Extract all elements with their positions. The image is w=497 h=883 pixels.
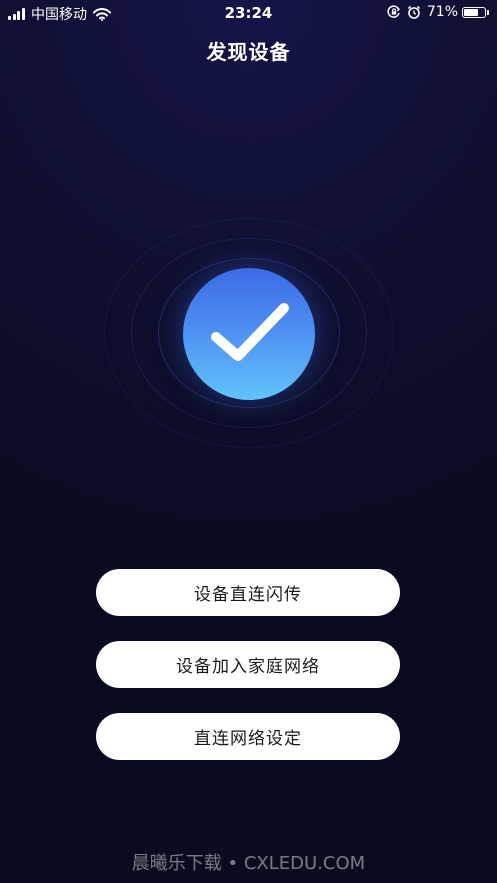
battery-fill xyxy=(464,8,478,16)
watermark: 晨曦乐下载 • CXLEDU.COM xyxy=(131,853,366,874)
checkmark-icon xyxy=(211,303,289,361)
status-bar: 中国移动 23:24 71% xyxy=(0,0,497,26)
battery-cap xyxy=(487,9,489,15)
page-title: 发现设备 xyxy=(206,40,291,64)
battery-icon xyxy=(462,6,486,18)
status-right: 71% xyxy=(387,4,489,20)
device-direct-transfer-button[interactable]: 设备直连闪传 xyxy=(96,569,400,616)
success-indicator xyxy=(183,268,315,400)
direct-network-settings-button[interactable]: 直连网络设定 xyxy=(96,713,400,760)
battery-percent: 71% xyxy=(426,4,458,20)
orientation-lock-icon xyxy=(387,5,401,19)
alarm-clock-icon xyxy=(407,5,421,19)
device-join-home-network-button[interactable]: 设备加入家庭网络 xyxy=(96,641,400,688)
